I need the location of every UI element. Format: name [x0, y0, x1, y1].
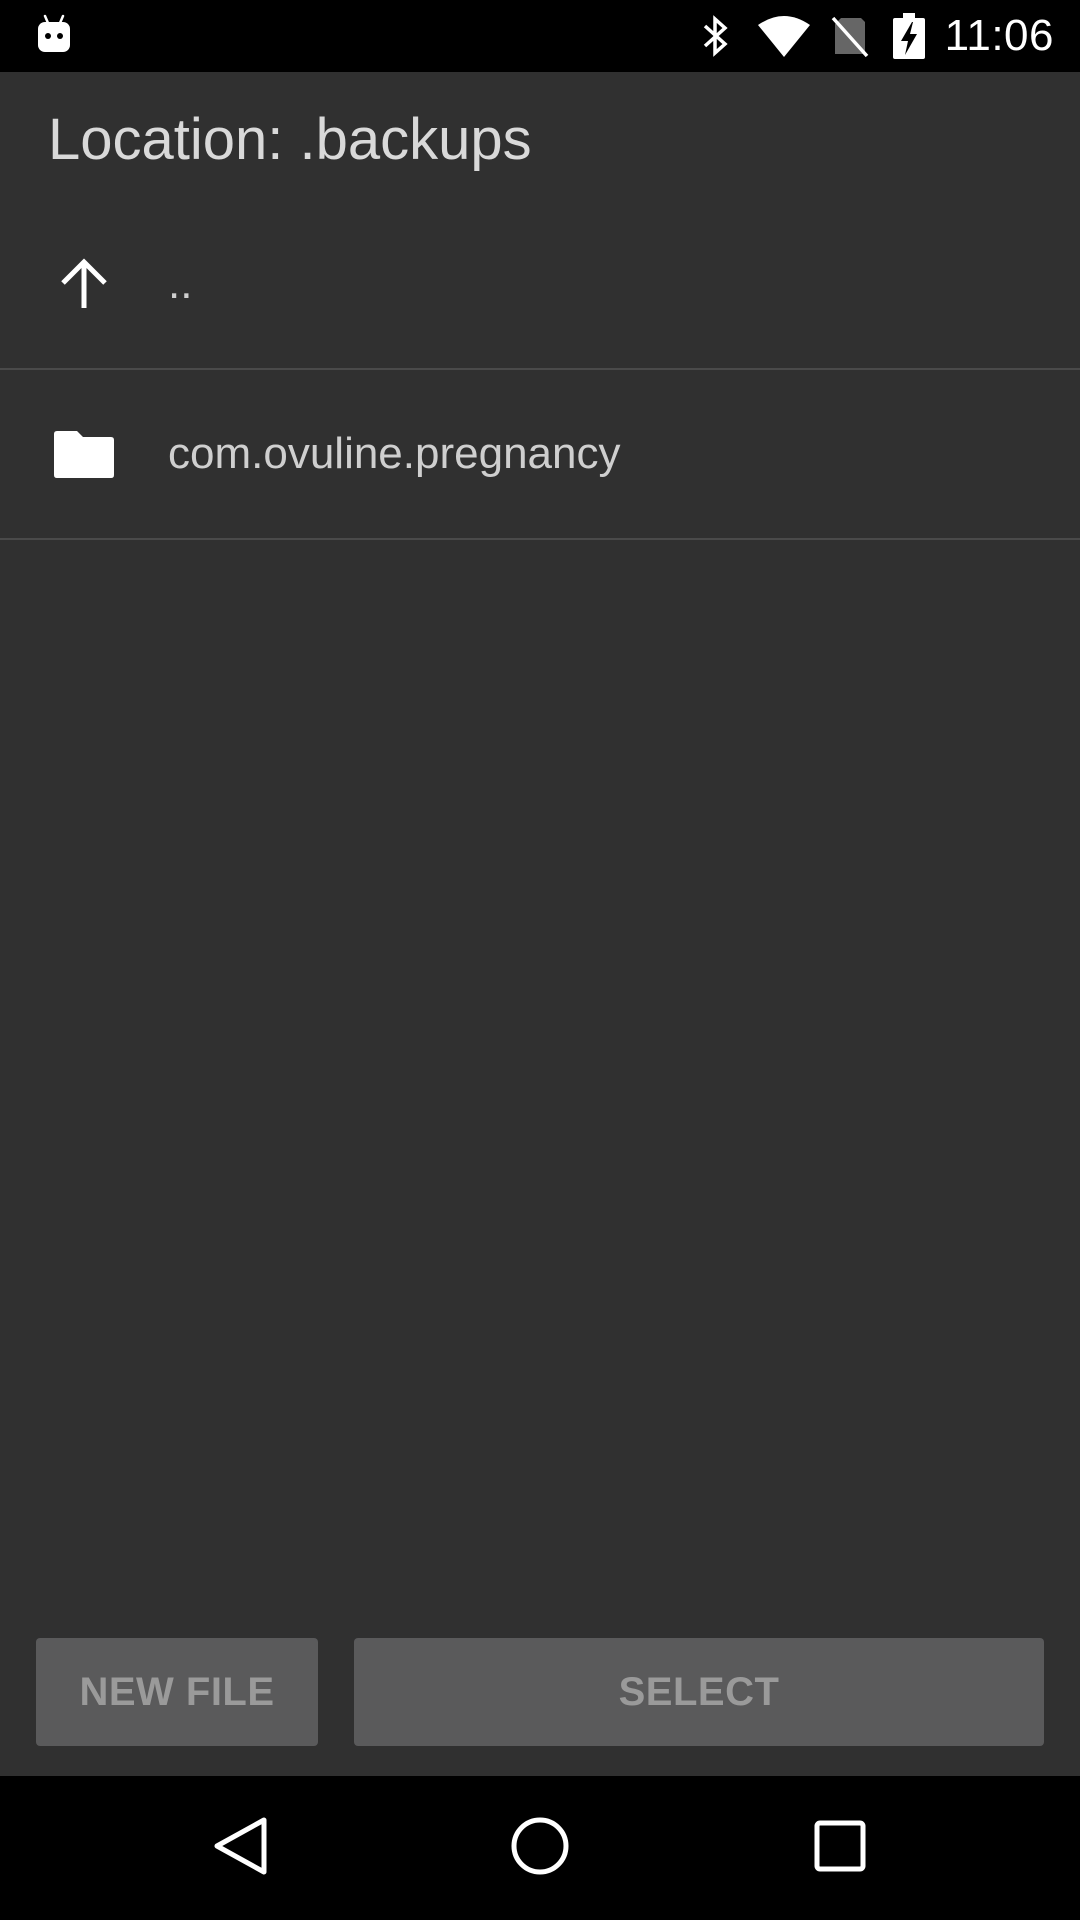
status-icons: 11:06: [701, 0, 1080, 72]
battery-charging-icon: [892, 13, 925, 59]
wifi-icon: [757, 14, 811, 58]
status-time: 11:06: [944, 11, 1054, 60]
status-bar: 11:06: [0, 0, 1080, 72]
navigation-bar: [0, 1776, 1080, 1920]
list-item-label: com.ovuline.pregnancy: [168, 429, 621, 478]
folder-icon: [48, 418, 120, 490]
home-button[interactable]: [460, 1776, 620, 1920]
location-title: Location: .backups: [48, 107, 532, 172]
new-file-button[interactable]: NEW FILE: [36, 1638, 318, 1746]
recents-icon: [814, 1820, 866, 1877]
list-item-folder[interactable]: com.ovuline.pregnancy: [0, 370, 1080, 540]
file-list: .. com.ovuline.pregnancy: [0, 200, 1080, 540]
home-icon: [510, 1816, 570, 1881]
list-item-parent-directory[interactable]: ..: [0, 200, 1080, 370]
arrow-up-icon: [48, 248, 120, 320]
no-sim-icon: [831, 14, 869, 58]
back-button[interactable]: [160, 1776, 320, 1920]
list-item-label: ..: [168, 259, 193, 308]
bluetooth-icon: [701, 14, 731, 58]
android-debug-icon: [36, 14, 72, 54]
back-icon: [212, 1816, 268, 1881]
select-button[interactable]: SELECT: [354, 1638, 1044, 1746]
recents-button[interactable]: [760, 1776, 920, 1920]
